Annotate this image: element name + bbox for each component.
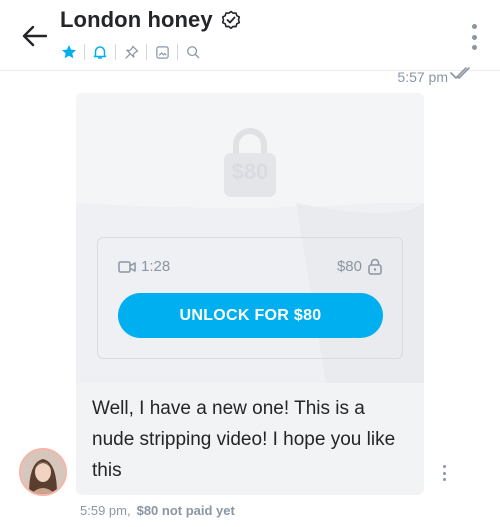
arrow-left-icon <box>22 25 47 47</box>
locked-price-badge: $80 <box>231 159 269 184</box>
chat-header: London honey <box>0 0 500 71</box>
star-icon <box>62 45 76 59</box>
message-time: 5:57 pm <box>397 69 448 85</box>
video-info: 1:28 <box>118 258 170 275</box>
locked-preview: $80 1:28 $80 UNLOCK FOR $80 <box>76 93 424 383</box>
bell-icon <box>93 46 107 59</box>
pin-button[interactable] <box>120 42 142 62</box>
price-info: $80 <box>337 258 382 275</box>
divider <box>115 44 116 60</box>
padlock-icon <box>368 258 382 275</box>
divider <box>146 44 147 60</box>
pin-icon <box>124 45 138 59</box>
title-row: London honey <box>60 7 241 33</box>
more-vertical-icon[interactable] <box>468 24 480 50</box>
video-camera-icon <box>118 260 136 273</box>
media-icon <box>155 45 169 59</box>
unlock-panel: 1:28 $80 UNLOCK FOR $80 <box>97 237 403 359</box>
search-button[interactable] <box>182 42 204 62</box>
footer-time: 5:59 pm, <box>80 503 131 518</box>
locked-message-card: $80 1:28 $80 UNLOCK FOR $80 Well, I have… <box>76 93 424 495</box>
favorite-button[interactable] <box>58 42 80 62</box>
media-button[interactable] <box>151 42 173 62</box>
message-footer: 5:59 pm, $80 not paid yet <box>80 503 235 518</box>
back-button[interactable] <box>18 20 50 52</box>
payment-status: $80 not paid yet <box>136 503 235 518</box>
divider <box>84 44 85 60</box>
price-label: $80 <box>336 258 362 275</box>
notifications-button[interactable] <box>89 42 111 62</box>
verified-badge-icon <box>221 10 241 30</box>
divider <box>177 44 178 60</box>
double-check-icon <box>450 67 470 79</box>
video-duration: 1:28 <box>141 258 171 275</box>
avatar-image <box>21 450 65 494</box>
message-more-icon[interactable] <box>441 465 447 481</box>
unlock-button[interactable]: UNLOCK FOR $80 <box>118 293 383 338</box>
message-text: Well, I have a new one! This is a nude s… <box>92 398 396 481</box>
avatar[interactable] <box>19 448 67 496</box>
chat-title[interactable]: London honey <box>60 7 213 33</box>
search-icon <box>187 46 200 59</box>
header-actions <box>58 42 204 62</box>
